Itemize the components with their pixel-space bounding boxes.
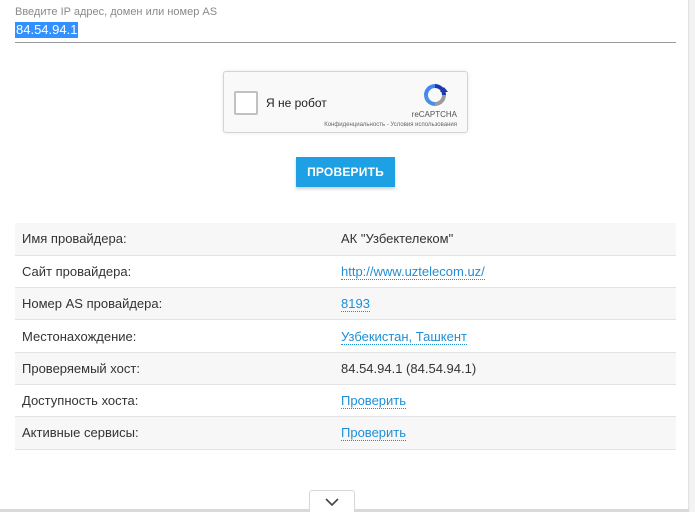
- host-availability-label: Доступность хоста:: [15, 384, 335, 418]
- active-services-link[interactable]: Проверить: [341, 425, 407, 442]
- provider-site-label: Сайт провайдера:: [15, 255, 335, 289]
- recaptcha-label: Я не робот: [266, 96, 327, 110]
- chevron-down-icon: [325, 497, 339, 506]
- active-services-label: Активные сервисы:: [15, 416, 335, 450]
- table-row: Активные сервисы: Проверить: [15, 416, 676, 450]
- provider-info-table: Имя провайдера: АК "Узбектелеком" Сайт п…: [15, 223, 676, 450]
- recaptcha-checkbox[interactable]: [234, 91, 258, 115]
- recaptcha-widget: Я не робот reCAPTCHA Конфиденциальность …: [223, 71, 468, 133]
- provider-name-value: АК "Узбектелеком": [335, 223, 676, 256]
- expand-toggle[interactable]: [309, 490, 355, 512]
- check-button[interactable]: ПРОВЕРИТЬ: [296, 157, 395, 187]
- checked-host-value: 84.54.94.1 (84.54.94.1): [335, 352, 676, 385]
- provider-site-link[interactable]: http://www.uztelecom.uz/: [341, 263, 485, 280]
- recaptcha-terms[interactable]: Конфиденциальность - Условия использован…: [324, 122, 457, 128]
- host-availability-link[interactable]: Проверить: [341, 393, 407, 410]
- table-row: Сайт провайдера: http://www.uztelecom.uz…: [15, 255, 676, 289]
- table-row: Номер AS провайдера: 8193: [15, 287, 676, 321]
- recaptcha-logo-icon: [424, 84, 448, 106]
- search-input[interactable]: 84.54.94.1: [15, 21, 676, 43]
- checked-host-label: Проверяемый хост:: [15, 352, 335, 385]
- main-card: Введите IP адрес, домен или номер AS 84.…: [0, 0, 689, 512]
- provider-as-label: Номер AS провайдера:: [15, 287, 335, 321]
- provider-as-link[interactable]: 8193: [341, 296, 370, 313]
- page-background-strip: [690, 0, 695, 512]
- location-label: Местонахождение:: [15, 319, 335, 353]
- table-row: Проверяемый хост: 84.54.94.1 (84.54.94.1…: [15, 352, 676, 385]
- location-link[interactable]: Узбекистан, Ташкент: [341, 328, 467, 345]
- table-row: Местонахождение: Узбекистан, Ташкент: [15, 319, 676, 353]
- recaptcha-brand: reCAPTCHA: [411, 110, 457, 119]
- search-input-value: 84.54.94.1: [15, 22, 79, 38]
- provider-name-label: Имя провайдера:: [15, 223, 335, 256]
- search-label: Введите IP адрес, домен или номер AS: [15, 6, 218, 18]
- table-row: Доступность хоста: Проверить: [15, 384, 676, 418]
- table-row: Имя провайдера: АК "Узбектелеком": [15, 223, 676, 256]
